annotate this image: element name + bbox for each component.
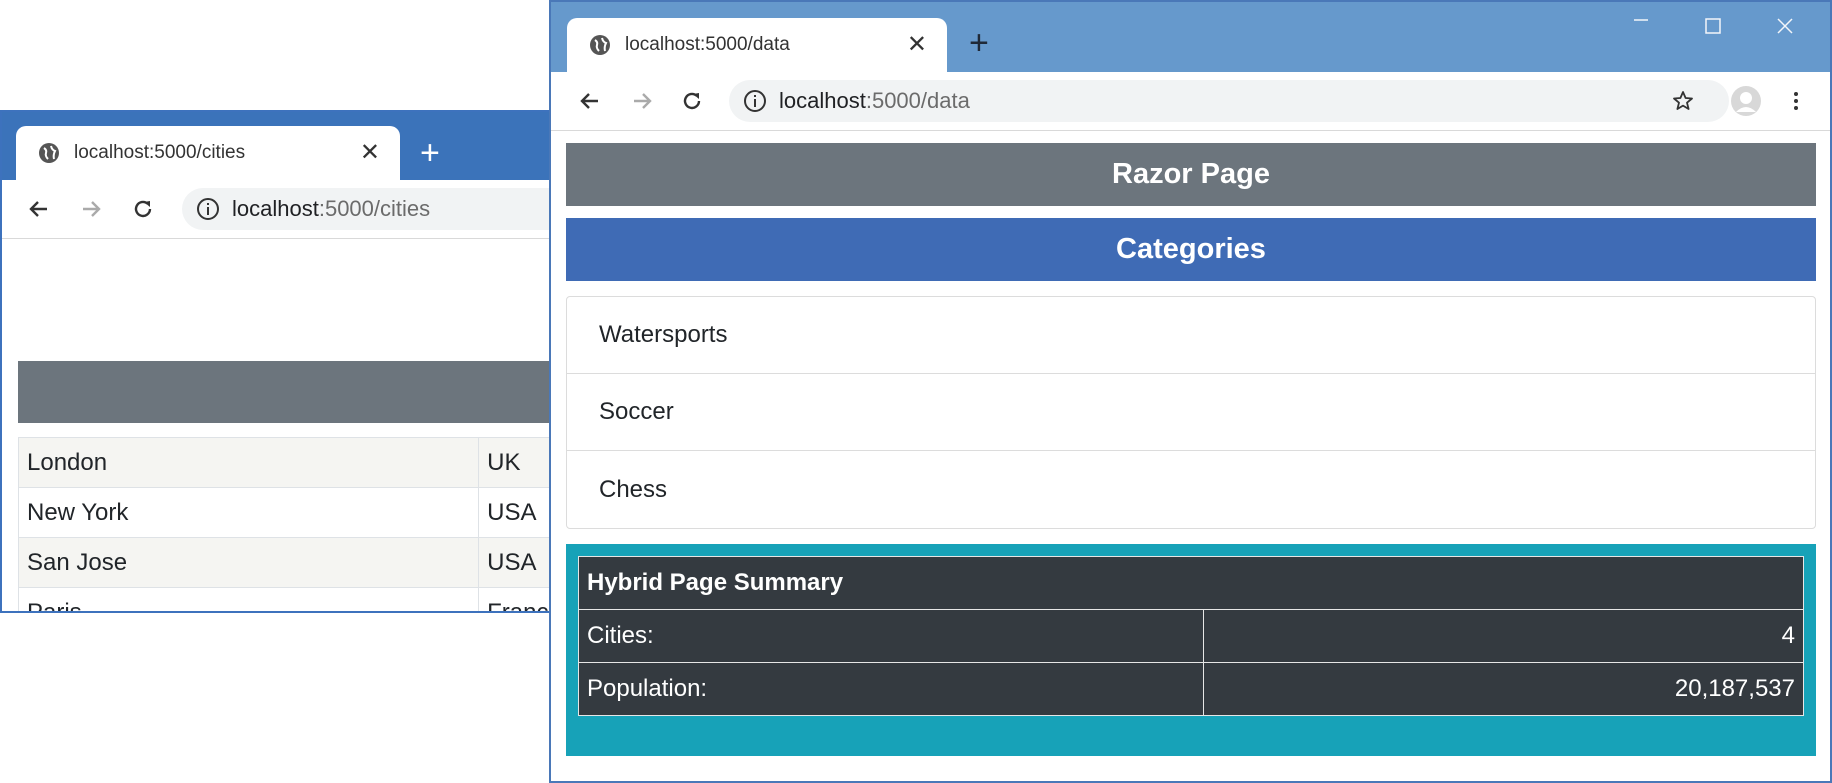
categories-list: Watersports Soccer Chess xyxy=(566,296,1816,529)
population-value: 20,187,537 xyxy=(1203,662,1804,716)
page-header-bar xyxy=(18,361,598,423)
table-row: Paris France xyxy=(17,587,598,611)
plus-icon[interactable]: + xyxy=(420,136,440,170)
table-row: London UK xyxy=(17,437,598,488)
table-row: Hybrid Page Summary xyxy=(578,556,1804,610)
summary-table: Hybrid Page Summary Cities: 4 Population… xyxy=(578,556,1804,716)
cities-label: Cities: xyxy=(578,609,1204,663)
cities-table: London UK New York USA San Jose USA Pari… xyxy=(17,437,598,611)
url-host: localhost xyxy=(232,196,319,221)
profile-icon[interactable] xyxy=(1729,84,1763,118)
list-item: Watersports xyxy=(567,297,1815,374)
reload-icon[interactable] xyxy=(128,194,158,224)
info-icon[interactable] xyxy=(743,89,767,113)
url-path: :5000/data xyxy=(865,88,970,113)
star-icon[interactable] xyxy=(1668,86,1698,116)
table-row: San Jose USA xyxy=(17,537,598,588)
globe-icon xyxy=(589,34,611,56)
url-path: :5000/cities xyxy=(318,196,431,221)
info-icon[interactable] xyxy=(196,197,220,221)
address-bar[interactable]: localhost:5000/data xyxy=(729,80,1729,122)
summary-panel: Hybrid Page Summary Cities: 4 Population… xyxy=(566,544,1816,756)
arrow-right-icon[interactable] xyxy=(76,194,106,224)
url-text: localhost:5000/data xyxy=(779,88,970,114)
categories-header: Categories xyxy=(566,218,1816,281)
arrow-left-icon[interactable] xyxy=(575,86,605,116)
page-content: Razor Page Categories Watersports Soccer… xyxy=(551,131,1830,781)
arrow-left-icon[interactable] xyxy=(24,194,54,224)
minimize-icon[interactable] xyxy=(1631,10,1651,36)
maximize-icon[interactable] xyxy=(1703,16,1723,42)
list-item: Soccer xyxy=(567,374,1815,451)
tab-title: localhost:5000/cities xyxy=(74,142,246,163)
plus-icon[interactable]: + xyxy=(969,26,989,60)
browser-window-data: localhost:5000/data ✕ + localhost:5000/d… xyxy=(549,0,1832,783)
tab-data[interactable]: localhost:5000/data ✕ xyxy=(567,18,947,72)
table-row: Population: 20,187,537 xyxy=(578,662,1804,716)
cities-value: 4 xyxy=(1203,609,1804,663)
city-cell: San Jose xyxy=(17,537,480,588)
page-title: Razor Page xyxy=(566,143,1816,206)
tab-cities[interactable]: localhost:5000/cities ✕ xyxy=(16,126,400,180)
url-text: localhost:5000/cities xyxy=(232,196,430,222)
browser-toolbar: localhost:5000/data xyxy=(551,72,1830,131)
table-row: Cities: 4 xyxy=(578,609,1804,663)
browser-toolbar: localhost:5000/cities xyxy=(2,180,598,239)
table-row: New York USA xyxy=(17,487,598,538)
kebab-menu-icon[interactable] xyxy=(1781,86,1811,116)
globe-icon xyxy=(38,142,60,164)
browser-window-cities: localhost:5000/cities ✕ + localhost:5000… xyxy=(0,110,600,613)
list-item: Chess xyxy=(599,475,668,503)
population-label: Population: xyxy=(578,662,1204,716)
close-icon[interactable]: ✕ xyxy=(907,33,927,57)
title-bar: localhost:5000/data ✕ + xyxy=(551,2,1830,72)
city-cell: New York xyxy=(17,487,480,538)
arrow-right-icon[interactable] xyxy=(627,86,657,116)
url-host: localhost xyxy=(779,88,866,113)
close-icon[interactable]: ✕ xyxy=(360,141,380,165)
window-close-icon[interactable] xyxy=(1775,16,1795,42)
city-cell: London xyxy=(17,437,480,488)
reload-icon[interactable] xyxy=(677,86,707,116)
city-cell: Paris xyxy=(17,587,480,611)
tab-title: localhost:5000/data xyxy=(625,34,790,55)
page-content: London UK New York USA San Jose USA Pari… xyxy=(2,239,598,611)
title-bar: localhost:5000/cities ✕ + xyxy=(2,112,598,180)
address-bar[interactable]: localhost:5000/cities xyxy=(182,188,598,230)
summary-title: Hybrid Page Summary xyxy=(578,556,1804,610)
